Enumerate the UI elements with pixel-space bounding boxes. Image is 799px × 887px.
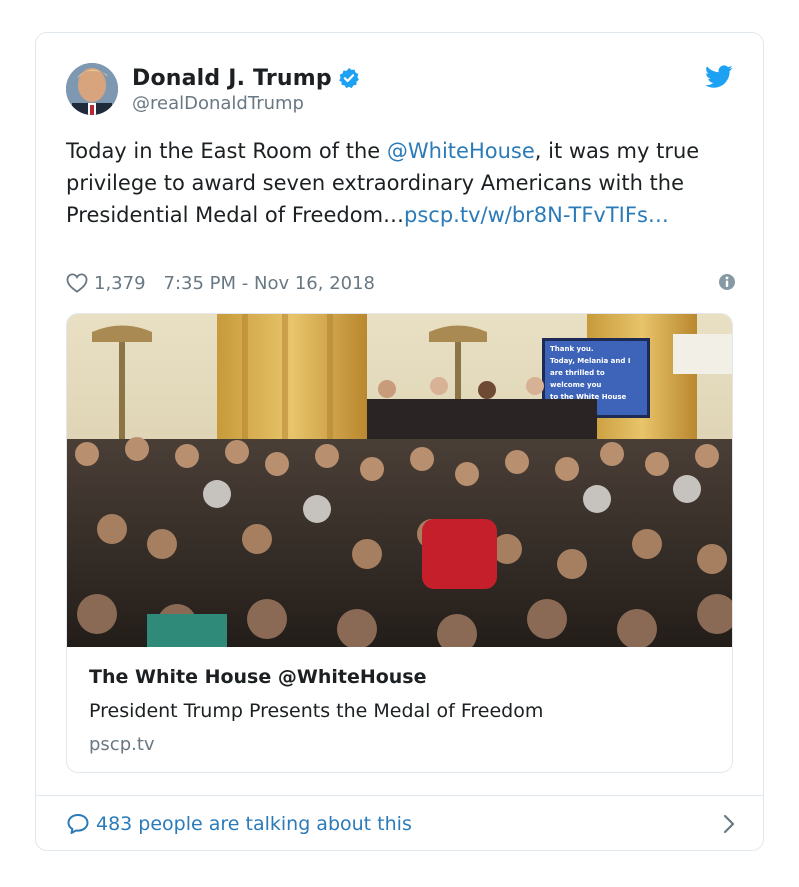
mention-link[interactable]: @WhiteHouse bbox=[387, 139, 535, 163]
tweet-text-before: Today in the East Room of the bbox=[66, 139, 387, 163]
tweet-url-link[interactable]: pscp.tv/w/br8N-TFvTIFs… bbox=[404, 203, 669, 227]
screen-line-1: Thank you. bbox=[550, 345, 594, 353]
author-handle[interactable]: @realDonaldTrump bbox=[132, 93, 360, 114]
footer-divider bbox=[36, 795, 763, 796]
heart-icon[interactable] bbox=[66, 273, 88, 293]
tweet-text: Today in the East Room of the @WhiteHous… bbox=[66, 135, 736, 231]
speech-bubble-icon bbox=[67, 814, 89, 834]
screen-line-3: are thrilled to bbox=[550, 369, 605, 377]
tweet-meta: 1,379 7:35 PM - Nov 16, 2018 bbox=[66, 269, 736, 297]
card-title[interactable]: The White House @WhiteHouse bbox=[89, 662, 709, 692]
chevron-right-icon[interactable] bbox=[722, 814, 736, 834]
display-name[interactable]: Donald J. Trump bbox=[132, 66, 332, 91]
card-description[interactable]: President Trump Presents the Medal of Fr… bbox=[89, 696, 709, 726]
talking-count-text[interactable]: 483 people are talking about this bbox=[96, 813, 412, 835]
verified-badge-icon bbox=[338, 67, 359, 89]
talking-about-link[interactable]: 483 people are talking about this bbox=[66, 809, 736, 839]
card-domain[interactable]: pscp.tv bbox=[89, 730, 709, 760]
avatar[interactable] bbox=[66, 63, 118, 115]
tweet-embed-card[interactable]: Donald J. Trump @realDonaldTrump Today i… bbox=[35, 32, 764, 851]
event-photo[interactable]: Thank you. Today, Melania and I are thri… bbox=[67, 314, 733, 647]
info-icon[interactable] bbox=[718, 273, 736, 291]
author-block[interactable]: Donald J. Trump @realDonaldTrump bbox=[132, 63, 360, 114]
link-preview-card[interactable]: Thank you. Today, Melania and I are thri… bbox=[66, 313, 733, 773]
timestamp[interactable]: 7:35 PM - Nov 16, 2018 bbox=[164, 273, 375, 294]
twitter-bird-icon[interactable] bbox=[705, 65, 733, 89]
screen-line-4: welcome you bbox=[550, 381, 601, 389]
like-count[interactable]: 1,379 bbox=[94, 273, 146, 294]
screen-line-2: Today, Melania and I bbox=[550, 357, 630, 365]
